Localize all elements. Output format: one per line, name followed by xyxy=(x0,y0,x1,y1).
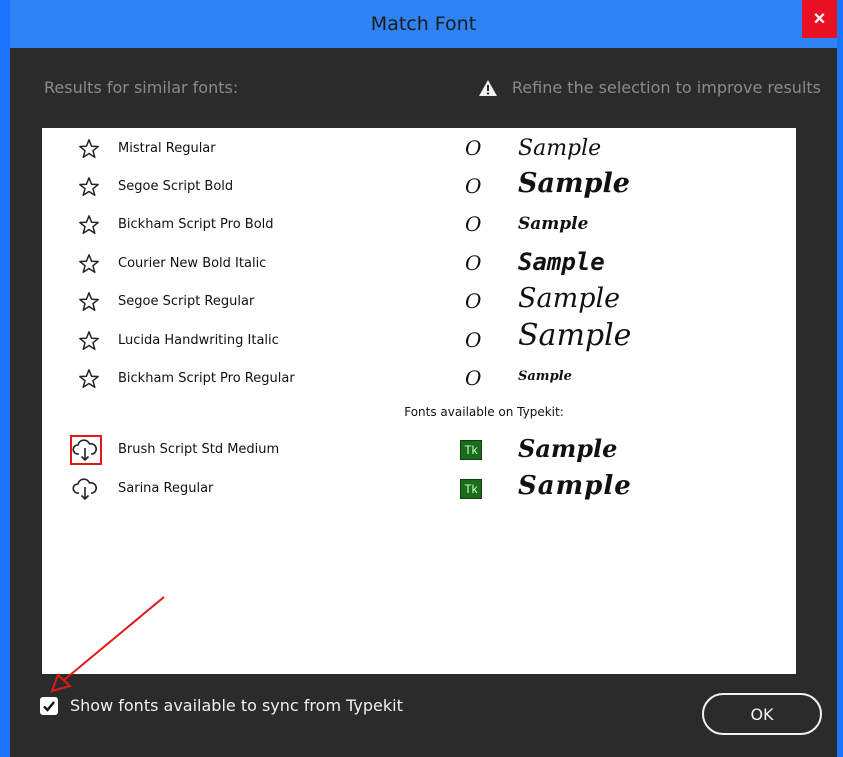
font-sample: Sample xyxy=(518,136,602,161)
close-button[interactable]: × xyxy=(802,0,837,38)
font-row[interactable]: Mistral Regular O Sample xyxy=(42,130,796,168)
font-name: Courier New Bold Italic xyxy=(118,256,267,271)
star-outline-icon[interactable] xyxy=(78,214,100,236)
font-sample: Sample xyxy=(518,168,630,199)
typekit-font-row[interactable]: Sarina Regular Tk Sample xyxy=(42,470,796,508)
font-name: Mistral Regular xyxy=(118,141,216,156)
font-glyph-preview: O xyxy=(465,136,482,160)
font-name: Segoe Script Bold xyxy=(118,179,234,194)
annotation-arrow xyxy=(50,596,165,693)
font-glyph-preview: O xyxy=(465,251,482,275)
window-border-left xyxy=(0,0,10,757)
star-outline-icon[interactable] xyxy=(78,291,100,313)
font-glyph-preview: O xyxy=(465,212,482,236)
star-outline-icon[interactable] xyxy=(78,138,100,160)
title-bar[interactable]: Match Font × xyxy=(10,0,837,48)
sync-typekit-checkbox-row[interactable]: Show fonts available to sync from Typeki… xyxy=(40,696,403,715)
font-sample: Sample xyxy=(518,248,605,276)
typekit-section-label: Fonts available on Typekit: xyxy=(404,405,564,419)
results-label: Results for similar fonts: xyxy=(44,78,239,97)
font-row[interactable]: Lucida Handwriting Italic O Sample xyxy=(42,318,796,360)
match-font-dialog: Results for similar fonts: Refine the se… xyxy=(10,48,837,757)
cloud-download-icon[interactable] xyxy=(72,476,98,502)
dialog-title: Match Font xyxy=(370,13,477,35)
font-glyph-preview: O xyxy=(465,174,482,198)
typekit-badge: Tk xyxy=(460,440,482,460)
star-outline-icon[interactable] xyxy=(78,253,100,275)
font-row[interactable]: Segoe Script Regular O Sample xyxy=(42,283,796,321)
font-glyph-preview: O xyxy=(465,366,482,390)
typekit-font-row[interactable]: Brush Script Std Medium Tk Sample xyxy=(42,431,796,469)
refine-text: Refine the selection to improve results xyxy=(511,78,821,97)
ok-button[interactable]: OK xyxy=(702,693,822,735)
sync-typekit-label: Show fonts available to sync from Typeki… xyxy=(70,696,403,715)
font-name: Brush Script Std Medium xyxy=(118,442,280,457)
font-sample: Sample xyxy=(518,434,618,463)
font-sample: Sample xyxy=(518,283,621,314)
font-glyph-preview: O xyxy=(465,328,482,352)
font-sample: Sample xyxy=(518,471,632,501)
checkmark-icon xyxy=(43,700,55,712)
refine-hint: Refine the selection to improve results xyxy=(478,78,821,97)
window-border-right xyxy=(837,0,843,757)
font-row[interactable]: Courier New Bold Italic O Sample xyxy=(42,245,796,283)
font-sample: Sample xyxy=(518,214,589,234)
font-row[interactable]: Segoe Script Bold O Sample xyxy=(42,168,796,206)
sync-typekit-checkbox[interactable] xyxy=(40,696,58,715)
star-outline-icon[interactable] xyxy=(78,368,100,390)
warning-icon xyxy=(478,79,497,96)
typekit-badge: Tk xyxy=(460,479,482,499)
font-name: Segoe Script Regular xyxy=(118,294,255,309)
font-name: Lucida Handwriting Italic xyxy=(118,333,279,348)
star-outline-icon[interactable] xyxy=(78,330,100,352)
font-sample: Sample xyxy=(518,369,572,384)
font-row[interactable]: Bickham Script Pro Regular O Sample xyxy=(42,360,796,398)
star-outline-icon[interactable] xyxy=(78,176,100,198)
font-sample: Sample xyxy=(518,318,632,353)
font-glyph-preview: O xyxy=(465,289,482,313)
font-name: Bickham Script Pro Regular xyxy=(118,371,295,386)
cloud-download-icon[interactable] xyxy=(72,437,98,463)
font-name: Bickham Script Pro Bold xyxy=(118,217,274,232)
font-name: Sarina Regular xyxy=(118,481,214,496)
font-row[interactable]: Bickham Script Pro Bold O Sample xyxy=(42,206,796,244)
